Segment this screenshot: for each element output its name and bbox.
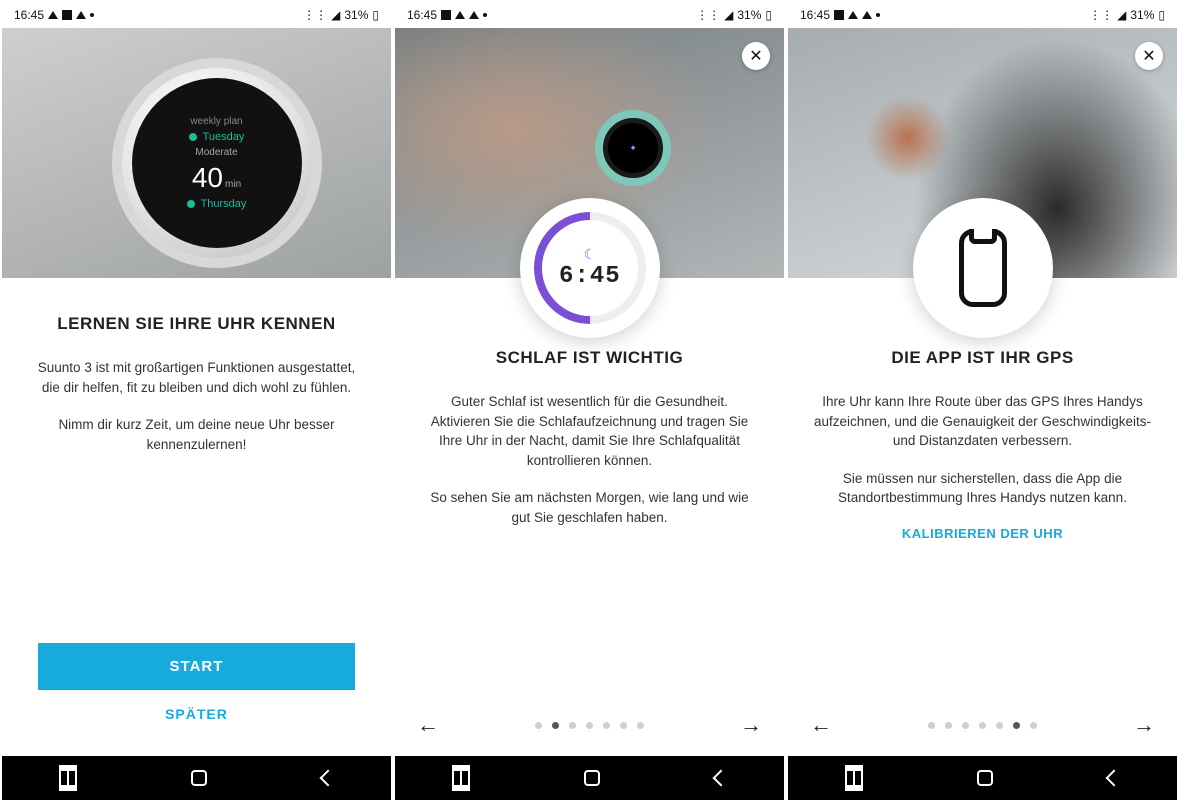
page-dot[interactable] <box>535 722 542 729</box>
back-button[interactable] <box>1105 770 1122 787</box>
page-dot[interactable] <box>637 722 644 729</box>
android-navbar <box>2 756 391 800</box>
signal-icon: ◢ <box>724 8 733 22</box>
notification-icon <box>834 10 844 20</box>
onboarding-screen-sleep: 16:45 ⋮⋮ ◢ 31% ▯ ✦ ✕ ☾ <box>395 2 784 800</box>
page-dot[interactable] <box>603 722 610 729</box>
battery-icon: ▯ <box>372 8 379 22</box>
page-dot[interactable] <box>1030 722 1037 729</box>
notification-icon <box>469 11 479 19</box>
next-arrow[interactable]: → <box>1127 706 1161 744</box>
body-paragraph: Sie müssen nur sicherstellen, dass die A… <box>814 469 1151 508</box>
body-paragraph: Guter Schlaf ist wesentlich für die Gesu… <box>421 392 758 470</box>
watch-header: weekly plan <box>190 116 242 127</box>
content-area: LERNEN SIE IHRE UHR KENNEN Suunto 3 ist … <box>2 278 391 643</box>
notification-icon <box>455 11 465 19</box>
onboarding-screen-intro: 16:45 ⋮⋮ ◢ 31% ▯ weekly plan Tuesday Mod… <box>2 2 391 800</box>
page-dot[interactable] <box>1013 722 1020 729</box>
page-title: SCHLAF IST WICHTIG <box>421 348 758 368</box>
wrist-watch: ✦ <box>595 110 671 186</box>
page-dot[interactable] <box>962 722 969 729</box>
notification-icon <box>62 10 72 20</box>
status-battery: 31% <box>737 8 761 22</box>
page-dot[interactable] <box>928 722 935 729</box>
gps-phone-badge <box>913 198 1053 338</box>
body-paragraph: Suunto 3 ist mit großartigen Funktionen … <box>28 358 365 397</box>
calibrate-link[interactable]: KALIBRIEREN DER UHR <box>814 526 1151 541</box>
recents-button[interactable] <box>845 771 863 785</box>
body-paragraph: Nimm dir kurz Zeit, um deine neue Uhr be… <box>28 415 365 454</box>
sleep-badge: ☾ 6:45 <box>520 198 660 338</box>
notification-more-icon <box>90 13 94 17</box>
page-title: DIE APP IST IHR GPS <box>814 348 1151 368</box>
page-dot[interactable] <box>620 722 627 729</box>
later-button[interactable]: SPÄTER <box>38 690 355 738</box>
content-area: SCHLAF IST WICHTIG Guter Schlaf ist wese… <box>395 278 784 706</box>
close-button[interactable]: ✕ <box>742 42 770 70</box>
notification-icon <box>862 11 872 19</box>
signal-icon: ◢ <box>331 8 340 22</box>
battery-icon: ▯ <box>1158 8 1165 22</box>
sleep-duration: 6:45 <box>559 263 621 290</box>
android-navbar <box>395 756 784 800</box>
notification-more-icon <box>876 13 880 17</box>
hero-sleep-image: ✦ ✕ ☾ 6:45 <box>395 28 784 278</box>
hero-runner-image: ✕ <box>788 28 1177 278</box>
status-time: 16:45 <box>800 8 830 22</box>
notification-icon <box>441 10 451 20</box>
page-dots <box>535 722 644 729</box>
start-button[interactable]: START <box>38 643 355 690</box>
prev-arrow[interactable]: ← <box>411 706 445 744</box>
home-button[interactable] <box>977 770 993 786</box>
page-dot[interactable] <box>586 722 593 729</box>
page-dot[interactable] <box>569 722 576 729</box>
home-button[interactable] <box>191 770 207 786</box>
prev-arrow[interactable]: ← <box>804 706 838 744</box>
notification-icon <box>848 11 858 19</box>
wifi-icon: ⋮⋮ <box>303 8 327 22</box>
back-button[interactable] <box>319 770 336 787</box>
page-title: LERNEN SIE IHRE UHR KENNEN <box>28 314 365 334</box>
page-dot[interactable] <box>979 722 986 729</box>
hero-watch-image: weekly plan Tuesday Moderate 40 min Thur… <box>2 28 391 278</box>
close-icon: ✕ <box>749 46 762 66</box>
body-paragraph: Ihre Uhr kann Ihre Route über das GPS Ih… <box>814 392 1151 451</box>
pager: ← → <box>788 706 1177 756</box>
moon-icon: ☾ <box>559 246 621 263</box>
pager: ← → <box>395 706 784 756</box>
status-bar: 16:45 ⋮⋮ ◢ 31% ▯ <box>395 2 784 28</box>
status-battery: 31% <box>344 8 368 22</box>
content-area: DIE APP IST IHR GPS Ihre Uhr kann Ihre R… <box>788 278 1177 706</box>
close-button[interactable]: ✕ <box>1135 42 1163 70</box>
wifi-icon: ⋮⋮ <box>1089 8 1113 22</box>
phone-icon <box>959 229 1007 307</box>
home-button[interactable] <box>584 770 600 786</box>
status-bar: 16:45 ⋮⋮ ◢ 31% ▯ <box>788 2 1177 28</box>
signal-icon: ◢ <box>1117 8 1126 22</box>
next-arrow[interactable]: → <box>734 706 768 744</box>
notification-icon <box>48 11 58 19</box>
close-icon: ✕ <box>1142 46 1155 66</box>
notification-more-icon <box>483 13 487 17</box>
notification-icon <box>76 11 86 19</box>
onboarding-screen-gps: 16:45 ⋮⋮ ◢ 31% ▯ ✕ DIE APP IST <box>788 2 1177 800</box>
body-paragraph: So sehen Sie am nächsten Morgen, wie lan… <box>421 488 758 527</box>
page-dots <box>928 722 1037 729</box>
status-time: 16:45 <box>407 8 437 22</box>
recents-button[interactable] <box>452 771 470 785</box>
back-button[interactable] <box>712 770 729 787</box>
status-battery: 31% <box>1130 8 1154 22</box>
android-navbar <box>788 756 1177 800</box>
wifi-icon: ⋮⋮ <box>696 8 720 22</box>
page-dot[interactable] <box>996 722 1003 729</box>
recents-button[interactable] <box>59 771 77 785</box>
status-time: 16:45 <box>14 8 44 22</box>
battery-icon: ▯ <box>765 8 772 22</box>
page-dot[interactable] <box>552 722 559 729</box>
page-dot[interactable] <box>945 722 952 729</box>
status-bar: 16:45 ⋮⋮ ◢ 31% ▯ <box>2 2 391 28</box>
